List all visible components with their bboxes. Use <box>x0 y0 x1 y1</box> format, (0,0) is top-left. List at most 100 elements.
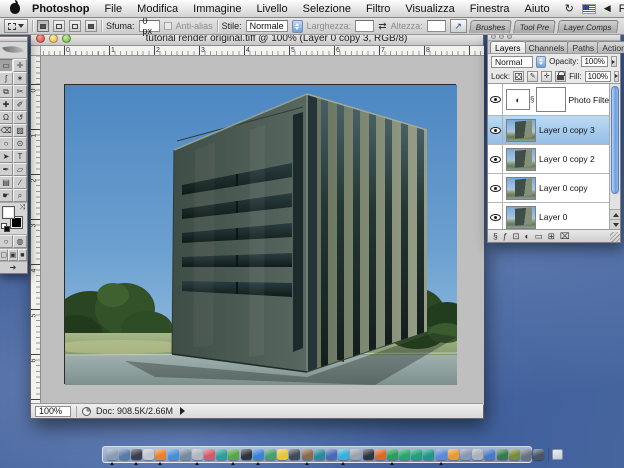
dock-app-icon[interactable] <box>460 449 471 460</box>
dock-app-icon[interactable] <box>411 449 422 460</box>
input-language-flag-icon[interactable] <box>582 4 596 14</box>
blur-tool[interactable]: ○ <box>0 137 13 150</box>
dock-app-icon[interactable] <box>131 449 142 460</box>
eyedropper-tool[interactable]: ∕ <box>13 176 27 189</box>
quick-mask-mode-button[interactable]: ◍ <box>13 235 27 248</box>
palette-resize-grip[interactable] <box>610 232 620 242</box>
dock-app-icon[interactable] <box>216 449 227 460</box>
eye-icon[interactable] <box>490 214 501 221</box>
dock-app-icon[interactable] <box>277 449 288 460</box>
dock-app-icon[interactable] <box>350 449 361 460</box>
tab-actions[interactable]: Actions <box>597 41 624 53</box>
trash-icon[interactable] <box>552 449 563 460</box>
opacity-slider-arrow[interactable] <box>611 56 617 67</box>
menu-filtro[interactable]: Filtro <box>366 3 390 15</box>
visibility-cell[interactable] <box>488 116 503 144</box>
blend-mode-select[interactable]: Normal <box>491 56 533 68</box>
menu-finestra[interactable]: Finestra <box>470 3 510 15</box>
lasso-tool[interactable]: ʃ <box>0 72 13 85</box>
swap-colors-icon[interactable]: ⤨ <box>19 204 25 212</box>
magic-wand-tool[interactable]: ✶ <box>13 72 27 85</box>
rendered-building-image[interactable] <box>64 84 456 384</box>
menu-selezione[interactable]: Selezione <box>303 3 351 15</box>
menu-file[interactable]: File <box>104 3 122 15</box>
style-select-stepper[interactable] <box>292 20 303 33</box>
brush-tool[interactable]: ✐ <box>13 98 27 111</box>
lock-position-button[interactable]: ✛ <box>541 71 552 82</box>
layer-name[interactable]: Photo Filte... <box>568 95 609 105</box>
eye-icon[interactable] <box>490 156 501 163</box>
move-tool[interactable]: ✛ <box>13 59 27 72</box>
fill-input[interactable]: 100% <box>585 71 611 82</box>
lock-transparency-button[interactable] <box>513 71 524 82</box>
dock-app-icon[interactable] <box>107 449 118 460</box>
healing-brush-tool[interactable]: ✚ <box>0 98 13 111</box>
slice-tool[interactable]: ✂ <box>13 85 27 98</box>
add-mask-icon[interactable]: ⊡ <box>512 230 519 242</box>
status-menu-arrow-icon[interactable] <box>180 407 185 415</box>
adjustment-layer-icon[interactable]: ◐ <box>525 230 530 242</box>
layer-name[interactable]: Layer 0 copy 2 <box>539 154 595 164</box>
menu-photoshop[interactable]: Photoshop <box>32 3 89 15</box>
history-brush-tool[interactable]: ↺ <box>13 111 27 124</box>
lock-all-button[interactable] <box>555 71 566 82</box>
dock-app-icon[interactable] <box>289 449 300 460</box>
selection-mode-subtract-button[interactable] <box>69 20 81 32</box>
width-input[interactable] <box>355 20 374 32</box>
feather-input[interactable]: 0 px <box>139 20 160 32</box>
new-layer-icon[interactable]: ⊞ <box>548 230 555 242</box>
dock-app-icon[interactable] <box>497 449 508 460</box>
tab-tool-presets[interactable]: Tool Pre <box>513 20 556 33</box>
canvas-area[interactable] <box>41 56 484 405</box>
menu-aiuto[interactable]: Aiuto <box>524 3 549 15</box>
dodge-tool[interactable]: ⊙ <box>13 137 27 150</box>
dock-app-icon[interactable] <box>302 449 313 460</box>
layer-name[interactable]: Layer 0 copy 3 <box>539 125 595 135</box>
menu-immagine[interactable]: Immagine <box>193 3 241 15</box>
dock-app-icon[interactable] <box>387 449 398 460</box>
menu-clock[interactable]: Fri 11:42 AM <box>619 3 624 15</box>
tool-preset-picker[interactable] <box>4 19 28 33</box>
zoom-tool[interactable]: ⌕ <box>13 189 27 202</box>
eye-icon[interactable] <box>490 127 501 134</box>
dock-app-icon[interactable] <box>265 449 276 460</box>
dock-app-icon[interactable] <box>143 449 154 460</box>
layer-name[interactable]: Layer 0 <box>539 212 567 222</box>
scroll-down-arrow[interactable] <box>610 219 620 229</box>
selection-mode-add-button[interactable] <box>53 20 65 32</box>
pen-tool[interactable]: ✒ <box>0 163 13 176</box>
dock-app-icon[interactable] <box>326 449 337 460</box>
eye-icon[interactable] <box>490 185 501 192</box>
notes-tool[interactable]: ▤ <box>0 176 13 189</box>
dock-app-icon[interactable] <box>241 449 252 460</box>
layer-name[interactable]: Layer 0 copy <box>539 183 588 193</box>
delete-layer-icon[interactable]: ⌧ <box>560 230 570 242</box>
visibility-cell[interactable] <box>488 174 503 202</box>
new-group-icon[interactable]: ▭ <box>535 230 543 242</box>
visibility-cell[interactable] <box>488 84 503 115</box>
shape-tool[interactable]: ▱ <box>13 163 27 176</box>
layer-thumbnail[interactable] <box>506 119 536 142</box>
tab-channels[interactable]: Channels <box>524 41 570 53</box>
dock-app-icon[interactable] <box>375 449 386 460</box>
swap-dimensions-icon[interactable]: ⇄ <box>378 21 386 32</box>
dock-app-icon[interactable] <box>484 449 495 460</box>
eye-icon[interactable] <box>490 96 501 103</box>
apple-menu-icon[interactable] <box>10 3 20 14</box>
adjustment-layer-thumbnail[interactable]: ◐ <box>506 89 530 110</box>
dock-app-icon[interactable] <box>253 449 264 460</box>
link-layers-icon[interactable]: § <box>493 230 498 242</box>
dock-app-icon[interactable] <box>436 449 447 460</box>
eraser-tool[interactable]: ⌫ <box>0 124 13 137</box>
dock-app-icon[interactable] <box>192 449 203 460</box>
layer-style-icon[interactable]: ƒ <box>503 230 508 242</box>
rectangular-marquee-tool[interactable]: ▭ <box>0 59 13 72</box>
dock-app-icon[interactable] <box>314 449 325 460</box>
layer-thumbnail[interactable] <box>506 177 536 200</box>
hand-tool[interactable]: ☛ <box>0 189 13 202</box>
selection-mode-new-button[interactable] <box>37 20 49 32</box>
layer-thumbnail[interactable] <box>506 206 536 229</box>
gradient-tool[interactable]: ▨ <box>13 124 27 137</box>
scrollbar-thumb[interactable] <box>611 86 619 194</box>
visibility-cell[interactable] <box>488 203 503 229</box>
